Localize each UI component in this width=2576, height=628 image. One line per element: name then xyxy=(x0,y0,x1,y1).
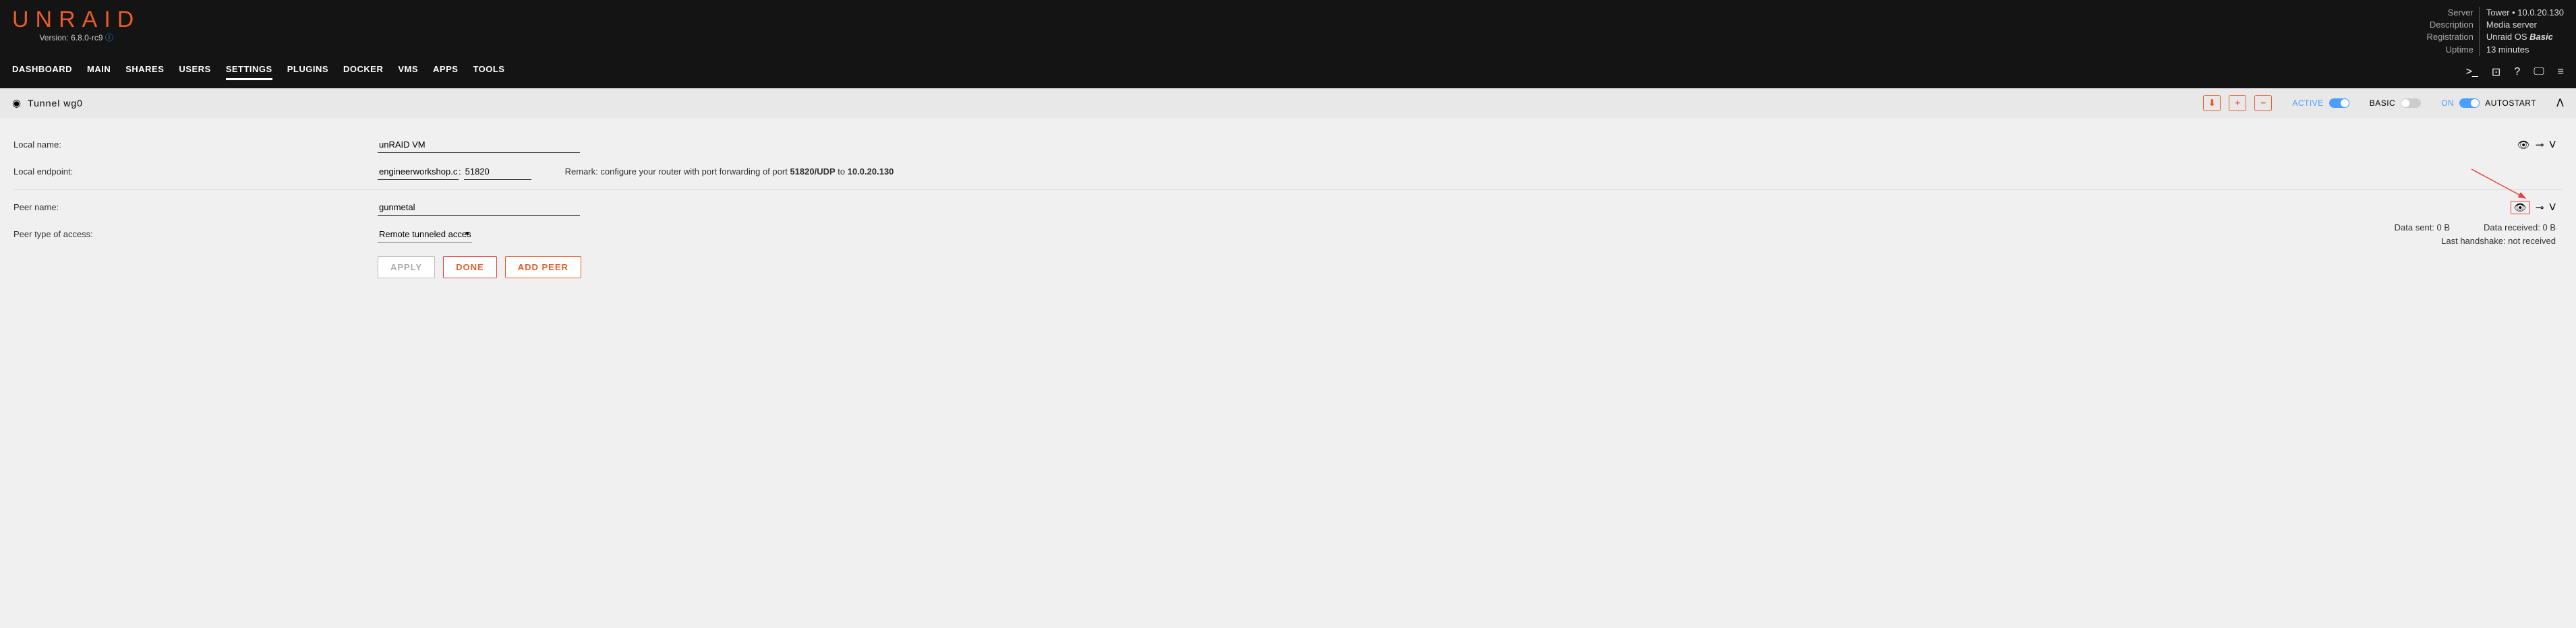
nav-docker[interactable]: DOCKER xyxy=(343,64,383,80)
remark-text: Remark: configure your router with port … xyxy=(565,166,894,177)
peer-type-label: Peer type of access: xyxy=(13,229,378,239)
reg-value: Unraid OS Basic xyxy=(2486,31,2564,43)
nav-settings[interactable]: SETTINGS xyxy=(226,64,272,80)
feedback-icon[interactable]: ⊡ xyxy=(2492,65,2500,79)
peer-type-select[interactable]: Remote tunneled access xyxy=(378,226,472,243)
autostart-toggle[interactable] xyxy=(2459,98,2480,108)
autostart-label: AUTOSTART xyxy=(2485,98,2536,108)
uptime-value: 13 minutes xyxy=(2486,44,2564,56)
logo-block: UNRAID Version: 6.8.0-rc9 ⓘ xyxy=(12,7,140,43)
reg-label: Registration xyxy=(2426,31,2473,43)
done-button[interactable]: DONE xyxy=(443,256,497,278)
collapse-chevron-icon[interactable]: ᐱ xyxy=(2556,96,2564,110)
desc-value: Media server xyxy=(2486,19,2564,31)
add-peer-button[interactable]: ADD PEER xyxy=(505,256,581,278)
nav-tools[interactable]: TOOLS xyxy=(473,64,504,80)
nav-vms[interactable]: VMS xyxy=(398,64,418,80)
expand-chevron-icon[interactable]: ᐯ xyxy=(2549,139,2556,150)
basic-label: BASIC xyxy=(2370,98,2396,108)
key-icon[interactable]: ⊸ xyxy=(2536,139,2544,151)
server-info: Server Description Registration Uptime T… xyxy=(2426,7,2564,56)
active-toggle[interactable] xyxy=(2329,98,2349,108)
tunnel-icon: ◉ xyxy=(12,97,21,109)
nav-users[interactable]: USERS xyxy=(179,64,210,80)
local-name-input[interactable] xyxy=(378,137,580,153)
top-header: UNRAID Version: 6.8.0-rc9 ⓘ Server Descr… xyxy=(0,0,2576,56)
uptime-label: Uptime xyxy=(2426,44,2473,56)
nav-main[interactable]: MAIN xyxy=(87,64,111,80)
local-name-label: Local name: xyxy=(13,139,378,150)
terminal-icon[interactable]: >_ xyxy=(2466,66,2478,78)
info-icon[interactable]: ⓘ xyxy=(105,33,113,42)
tunnel-panel-header: ◉ Tunnel wg0 ⬇ + − ACTIVE BASIC ON AUTOS… xyxy=(0,88,2576,118)
help-icon[interactable]: ? xyxy=(2514,66,2520,78)
plus-icon[interactable]: + xyxy=(2229,95,2246,111)
monitor-icon[interactable]: 🖵 xyxy=(2534,66,2544,78)
eye-icon-highlighted[interactable]: 👁 xyxy=(2511,201,2530,214)
minus-icon[interactable]: − xyxy=(2254,95,2272,111)
nav-dashboard[interactable]: DASHBOARD xyxy=(12,64,72,80)
tunnel-title: Tunnel wg0 xyxy=(28,98,83,108)
peer-name-input[interactable] xyxy=(378,199,580,216)
basic-toggle[interactable] xyxy=(2401,98,2421,108)
server-label: Server xyxy=(2426,7,2473,19)
navbar: DASHBOARD MAIN SHARES USERS SETTINGS PLU… xyxy=(0,56,2576,88)
arrow-annotation xyxy=(2468,166,2536,206)
local-endpoint-port-input[interactable] xyxy=(464,164,531,180)
local-endpoint-host-input[interactable] xyxy=(378,164,459,180)
on-label: ON xyxy=(2441,98,2454,108)
nav-shares[interactable]: SHARES xyxy=(125,64,164,80)
eye-icon[interactable]: 👁 xyxy=(2517,139,2530,151)
desc-label: Description xyxy=(2426,19,2473,31)
expand-chevron-icon[interactable]: ᐯ xyxy=(2549,201,2556,213)
local-endpoint-label: Local endpoint: xyxy=(13,166,378,177)
nav-apps[interactable]: APPS xyxy=(433,64,458,80)
active-label: ACTIVE xyxy=(2292,98,2323,108)
download-icon[interactable]: ⬇ xyxy=(2203,95,2221,111)
unraid-logo: UNRAID xyxy=(12,7,140,33)
key-icon[interactable]: ⊸ xyxy=(2536,201,2544,214)
version-label: Version: 6.8.0-rc9 ⓘ xyxy=(12,32,140,43)
server-value: Tower • 10.0.20.130 xyxy=(2486,7,2564,19)
peer-name-label: Peer name: xyxy=(13,202,378,212)
colon-label: : xyxy=(459,166,461,177)
nav-plugins[interactable]: PLUGINS xyxy=(287,64,328,80)
apply-button: APPLY xyxy=(378,256,435,278)
peer-stats: Data sent: 0 B Data received: 0 B Last h… xyxy=(2395,221,2556,247)
tunnel-form: Local name: 👁 ⊸ ᐯ Local endpoint: : Rema… xyxy=(0,118,2576,292)
log-icon[interactable]: ≡ xyxy=(2558,66,2564,78)
